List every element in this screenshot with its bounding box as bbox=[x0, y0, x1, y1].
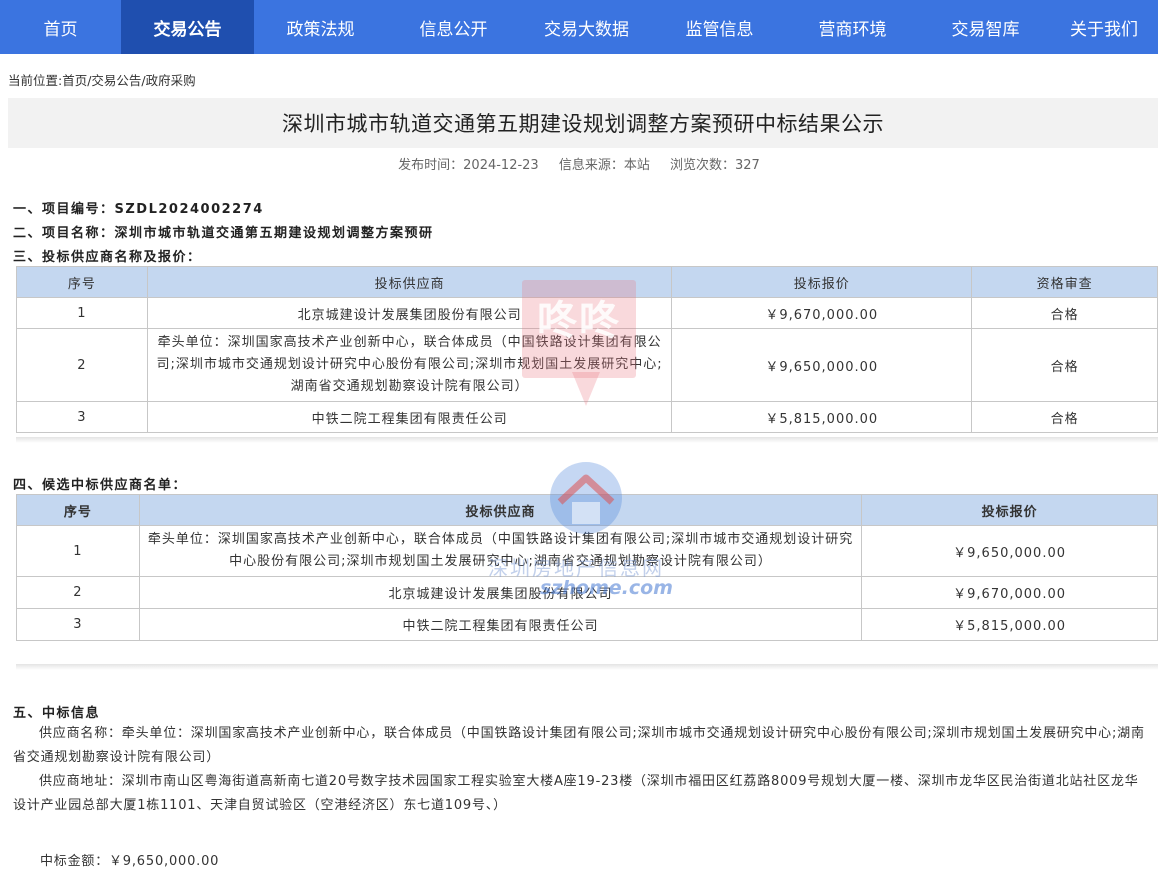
bid-price: ￥9,650,000.00 bbox=[671, 328, 973, 402]
nav-item-supervision[interactable]: 监管信息 bbox=[653, 0, 786, 54]
breadcrumb[interactable]: 当前位置:首页/交易公告/政府采购 bbox=[8, 70, 196, 89]
nav-item-disclosure[interactable]: 信息公开 bbox=[387, 0, 520, 54]
bid-price: ￥9,650,000.00 bbox=[861, 525, 1158, 577]
publish-date: 发布时间：2024-12-23 bbox=[398, 158, 539, 173]
page-title: 深圳市城市轨道交通第五期建设规划调整方案预研中标结果公示 bbox=[282, 112, 884, 136]
supplier-name: 北京城建设计发展集团股份有限公司 bbox=[138, 576, 863, 609]
row-index: 2 bbox=[16, 576, 140, 609]
nav-item-policy[interactable]: 政策法规 bbox=[254, 0, 387, 54]
candidates-table: 序号 投标供应商 投标报价 1 牵头单位：深圳国家高技术产业创新中心，联合体成员… bbox=[16, 494, 1158, 641]
row-index: 3 bbox=[16, 608, 140, 641]
bid-price: ￥5,815,000.00 bbox=[671, 401, 973, 433]
supplier-name: 中铁二院工程集团有限责任公司 bbox=[146, 401, 673, 433]
table-row: 1 北京城建设计发展集团股份有限公司 ￥9,670,000.00 合格 bbox=[16, 297, 1158, 329]
supplier-name: 中铁二院工程集团有限责任公司 bbox=[138, 608, 863, 641]
header-cell: 投标供应商 bbox=[146, 266, 673, 298]
header-cell: 资格审查 bbox=[971, 266, 1158, 298]
nav-item-announcements[interactable]: 交易公告 bbox=[121, 0, 254, 54]
project-number: 一、项目编号：SZDL2024002274 bbox=[13, 202, 264, 217]
supplier-name: 牵头单位：深圳国家高技术产业创新中心，联合体成员（中国铁路设计集团有限公司;深圳… bbox=[138, 525, 863, 577]
supplier-name: 牵头单位：深圳国家高技术产业创新中心，联合体成员（中国铁路设计集团有限公司;深圳… bbox=[146, 328, 673, 402]
header-cell: 序号 bbox=[16, 494, 140, 526]
qualification: 合格 bbox=[971, 297, 1158, 329]
header-cell: 序号 bbox=[16, 266, 148, 298]
table-row: 2 牵头单位：深圳国家高技术产业创新中心，联合体成员（中国铁路设计集团有限公司;… bbox=[16, 328, 1158, 402]
header-cell: 投标报价 bbox=[861, 494, 1158, 526]
row-index: 1 bbox=[16, 297, 148, 329]
table-row: 1 牵头单位：深圳国家高技术产业创新中心，联合体成员（中国铁路设计集团有限公司;… bbox=[16, 525, 1158, 577]
table-divider bbox=[16, 437, 1158, 443]
nav-item-bigdata[interactable]: 交易大数据 bbox=[520, 0, 653, 54]
header-cell: 投标供应商 bbox=[138, 494, 863, 526]
award-supplier: 供应商名称：牵头单位：深圳国家高技术产业创新中心，联合体成员（中国铁路设计集团有… bbox=[13, 726, 1145, 765]
supplier-name: 北京城建设计发展集团股份有限公司 bbox=[146, 297, 673, 329]
bids-table: 序号 投标供应商 投标报价 资格审查 1 北京城建设计发展集团股份有限公司 ￥9… bbox=[16, 266, 1158, 433]
nav-item-business-env[interactable]: 营商环境 bbox=[786, 0, 919, 54]
info-source: 信息来源：本站 bbox=[558, 158, 650, 173]
table-row: 3 中铁二院工程集团有限责任公司 ￥5,815,000.00 bbox=[16, 608, 1158, 641]
row-index: 3 bbox=[16, 401, 148, 433]
award-address: 供应商地址：深圳市南山区粤海街道高新南七道20号数字技术园国家工程实验室大楼A座… bbox=[13, 774, 1139, 813]
article-meta: 发布时间：2024-12-23 信息来源：本站 浏览次数：327 bbox=[0, 154, 1158, 173]
bid-price: ￥9,670,000.00 bbox=[861, 576, 1158, 609]
section-award-heading: 五、中标信息 bbox=[13, 706, 101, 721]
row-index: 2 bbox=[16, 328, 148, 402]
row-index: 1 bbox=[16, 525, 140, 577]
bid-price: ￥5,815,000.00 bbox=[861, 608, 1158, 641]
table-row: 2 北京城建设计发展集团股份有限公司 ￥9,670,000.00 bbox=[16, 576, 1158, 609]
bid-price: ￥9,670,000.00 bbox=[671, 297, 973, 329]
table-header-row: 序号 投标供应商 投标报价 资格审查 bbox=[16, 266, 1158, 298]
section-bids-heading: 三、投标供应商名称及报价： bbox=[13, 250, 202, 265]
nav-item-about[interactable]: 关于我们 bbox=[1052, 0, 1158, 54]
table-header-row: 序号 投标供应商 投标报价 bbox=[16, 494, 1158, 526]
top-nav: 首页 交易公告 政策法规 信息公开 交易大数据 监管信息 营商环境 交易智库 关… bbox=[0, 0, 1158, 54]
section-candidates-heading: 四、候选中标供应商名单： bbox=[13, 478, 188, 493]
qualification: 合格 bbox=[971, 401, 1158, 433]
table-row: 3 中铁二院工程集团有限责任公司 ￥5,815,000.00 合格 bbox=[16, 401, 1158, 433]
nav-item-think-tank[interactable]: 交易智库 bbox=[919, 0, 1052, 54]
nav-item-home[interactable]: 首页 bbox=[0, 0, 121, 54]
award-amount: 中标金额：￥9,650,000.00 bbox=[40, 854, 220, 869]
qualification: 合格 bbox=[971, 328, 1158, 402]
table-divider bbox=[16, 664, 1158, 670]
title-bar: 深圳市城市轨道交通第五期建设规划调整方案预研中标结果公示 bbox=[8, 98, 1158, 148]
project-name: 二、项目名称：深圳市城市轨道交通第五期建设规划调整方案预研 bbox=[13, 226, 434, 241]
view-count: 浏览次数：327 bbox=[670, 158, 760, 173]
header-cell: 投标报价 bbox=[671, 266, 973, 298]
